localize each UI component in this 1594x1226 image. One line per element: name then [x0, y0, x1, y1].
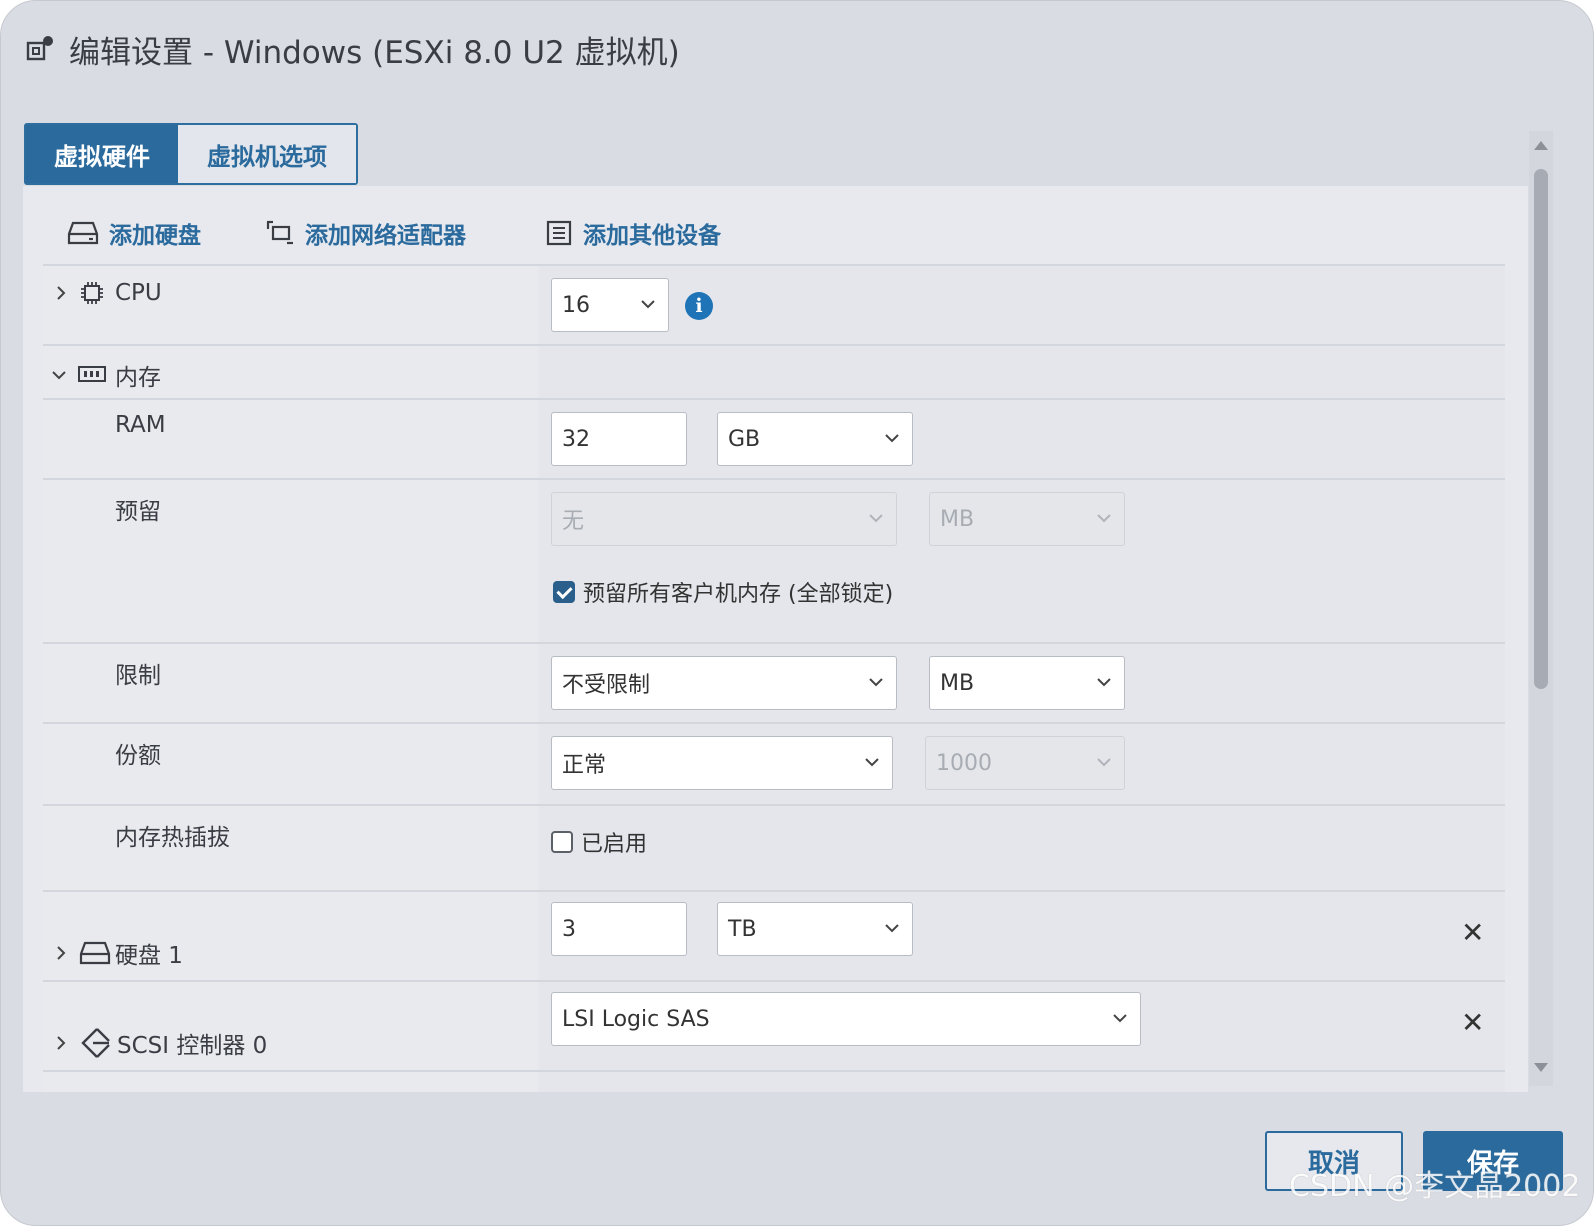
memory-hotplug-row: 内存热插拔 已启用: [43, 804, 1505, 892]
chevron-right-icon: [57, 286, 66, 300]
memory-row: 内存: [43, 344, 1505, 400]
limit-unit-value: MB: [940, 670, 975, 696]
scsi-type-select[interactable]: LSI Logic SAS: [551, 992, 1141, 1046]
shares-value: 正常: [562, 753, 607, 778]
remove-scsi-close-icon[interactable]: ✕: [1461, 1006, 1484, 1039]
chevron-down-icon: [641, 300, 655, 309]
tab-virtual-hardware[interactable]: 虚拟硬件: [26, 125, 178, 183]
scroll-down-arrow-icon[interactable]: [1534, 1063, 1548, 1072]
memory-hotplug-checkbox[interactable]: 已启用: [551, 826, 647, 858]
scrollbar-thumb[interactable]: [1534, 169, 1548, 689]
cpu-row: CPU 16 i: [43, 264, 1505, 346]
checkbox-checked-icon: [553, 581, 575, 603]
disk1-row: 硬盘 1 3 TB ✕: [43, 890, 1505, 982]
shares-amount-value: 1000: [936, 750, 992, 776]
checkbox-unchecked-icon: [551, 831, 573, 853]
memory-icon: [78, 366, 106, 382]
limit-value: 不受限制: [562, 673, 651, 698]
scsi-controller-row: SCSI 控制器 0 LSI Logic SAS ✕: [43, 980, 1505, 1072]
scsi-controller-icon: [81, 1028, 110, 1058]
add-network-adapter-button[interactable]: 添加网络适配器: [265, 216, 466, 250]
shares-amount-select: 1000: [925, 736, 1125, 790]
memory-expander[interactable]: 内存: [51, 358, 161, 392]
chevron-down-icon: [869, 678, 883, 687]
chevron-down-icon: [1097, 514, 1111, 523]
disk1-label: 硬盘 1: [115, 943, 183, 969]
limit-row: 限制 不受限制 MB: [43, 642, 1505, 724]
disk1-unit-value: TB: [728, 916, 757, 942]
edit-settings-dialog: 编辑设置 - Windows (ESXi 8.0 U2 虚拟机) 虚拟硬件 虚拟…: [0, 0, 1594, 1226]
chevron-down-icon: [52, 371, 66, 380]
chevron-down-icon: [885, 434, 899, 443]
vertical-scrollbar[interactable]: [1529, 131, 1553, 1086]
disk1-size-value: 3: [562, 916, 576, 942]
network-adapter-icon: [266, 220, 293, 245]
ram-label: RAM: [115, 412, 166, 438]
ram-unit-select[interactable]: GB: [717, 412, 913, 466]
dialog-title: 编辑设置 - Windows (ESXi 8.0 U2 虚拟机): [25, 27, 680, 71]
ram-row: RAM 32 GB: [43, 398, 1505, 480]
tab-vm-options[interactable]: 虚拟机选项: [178, 125, 356, 183]
disk1-size-input[interactable]: 3: [551, 902, 687, 956]
cpu-icon: [81, 282, 103, 304]
hardware-panel: 添加硬盘 添加网络适配器 添加其他设备 CPU 16 i 内存 RAM 32 G…: [23, 186, 1528, 1092]
reserve-all-memory-checkbox[interactable]: 预留所有客户机内存 (全部锁定): [553, 576, 893, 608]
next-row-partial: [43, 1070, 1505, 1092]
shares-select[interactable]: 正常: [551, 736, 893, 790]
shares-label: 份额: [115, 743, 161, 769]
limit-select[interactable]: 不受限制: [551, 656, 897, 710]
chevron-right-icon: [57, 946, 66, 960]
reservation-select: 无: [551, 492, 897, 546]
ram-value: 32: [562, 426, 590, 452]
hardware-toolbar: 添加硬盘 添加网络适配器 添加其他设备: [23, 186, 1528, 266]
cpu-value: 16: [562, 292, 590, 318]
tab-bar: 虚拟硬件 虚拟机选项: [24, 123, 358, 185]
scsi-type-value: LSI Logic SAS: [562, 1006, 710, 1032]
chevron-down-icon: [1113, 1014, 1127, 1023]
reservation-label: 预留: [115, 499, 161, 525]
chevron-down-icon: [869, 514, 883, 523]
scroll-up-arrow-icon[interactable]: [1534, 141, 1548, 150]
disk1-expander[interactable]: 硬盘 1: [53, 936, 183, 970]
other-device-icon: [546, 220, 572, 246]
cpu-expander[interactable]: CPU: [53, 280, 162, 306]
chevron-right-icon: [57, 1036, 66, 1050]
vm-settings-icon: [26, 36, 53, 61]
cpu-label: CPU: [115, 280, 162, 306]
add-other-label: 添加其他设备: [583, 223, 721, 249]
limit-label: 限制: [115, 663, 161, 689]
memory-label: 内存: [115, 365, 161, 391]
reservation-row: 预留 无 MB 预留所有客户机内存 (全部锁定): [43, 478, 1505, 644]
chevron-down-icon: [1097, 758, 1111, 767]
dialog-title-text: 编辑设置 - Windows (ESXi 8.0 U2 虚拟机): [69, 34, 680, 71]
add-network-label: 添加网络适配器: [305, 223, 466, 249]
reserve-all-label: 预留所有客户机内存 (全部锁定): [583, 582, 894, 607]
chevron-down-icon: [1097, 678, 1111, 687]
ram-unit-value: GB: [728, 426, 761, 452]
remove-disk1-close-icon[interactable]: ✕: [1461, 916, 1484, 949]
disk1-unit-select[interactable]: TB: [717, 902, 913, 956]
reservation-unit-value: MB: [940, 506, 975, 532]
chevron-down-icon: [865, 758, 879, 767]
shares-row: 份额 正常 1000: [43, 722, 1505, 806]
watermark: CSDN @李文晶2002: [1289, 1169, 1581, 1204]
add-other-device-button[interactable]: 添加其他设备: [545, 216, 721, 250]
reservation-value: 无: [562, 509, 585, 534]
add-disk-button[interactable]: 添加硬盘: [67, 216, 201, 250]
ram-input[interactable]: 32: [551, 412, 687, 466]
disk-icon: [67, 221, 99, 245]
add-disk-label: 添加硬盘: [109, 223, 201, 249]
reservation-unit-select: MB: [929, 492, 1125, 546]
disk-icon: [79, 941, 111, 965]
limit-unit-select[interactable]: MB: [929, 656, 1125, 710]
chevron-down-icon: [885, 924, 899, 933]
scsi-label: SCSI 控制器 0: [117, 1033, 268, 1059]
cpu-select[interactable]: 16: [551, 278, 669, 332]
hotplug-checkbox-label: 已启用: [581, 832, 648, 857]
scsi-expander[interactable]: SCSI 控制器 0: [53, 1026, 267, 1060]
hotplug-label: 内存热插拔: [115, 825, 230, 851]
info-icon[interactable]: i: [685, 292, 713, 320]
